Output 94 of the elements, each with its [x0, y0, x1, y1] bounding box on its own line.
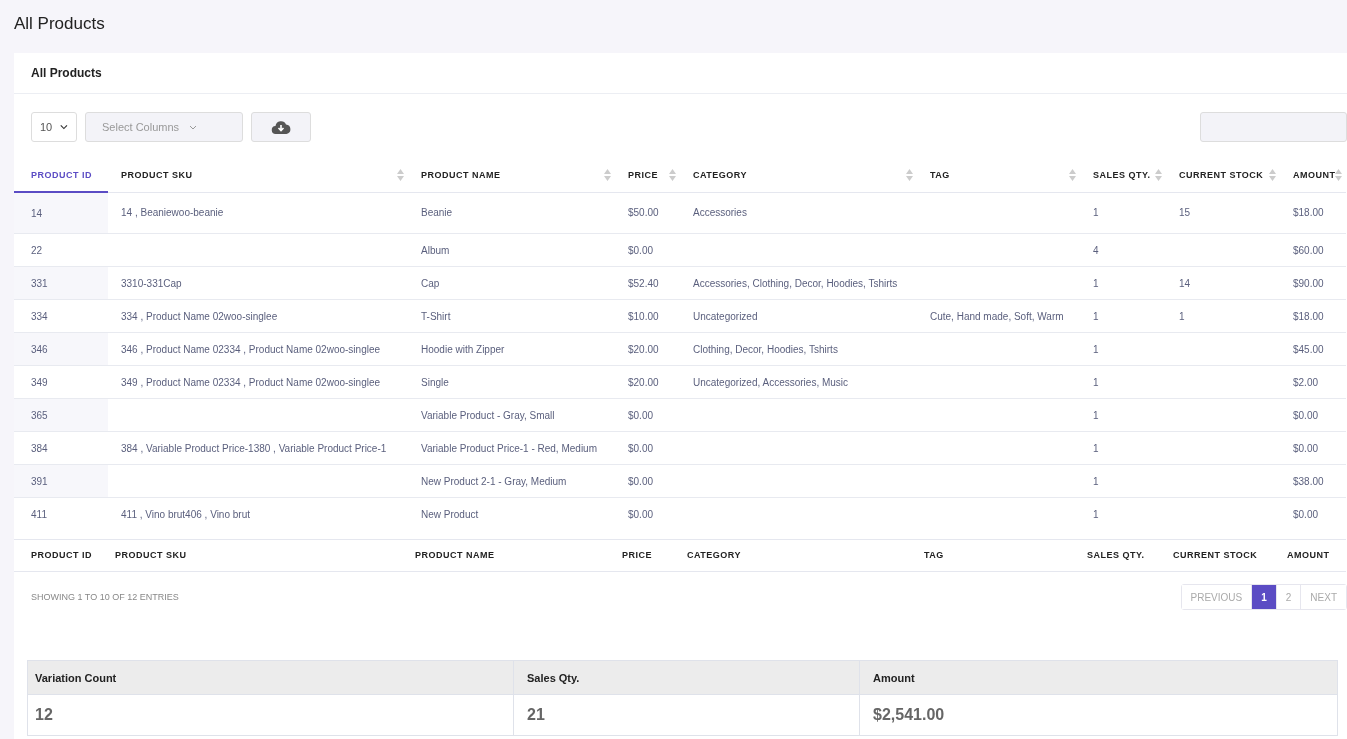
column-header[interactable]: SALES QTY. [1080, 158, 1166, 192]
table-cell: 384 [31, 442, 48, 454]
table-cell: $0.00 [628, 508, 654, 520]
table-cell: 1 [1093, 475, 1099, 487]
table-cell: 384 , Variable Product Price-1380 , Variable Product Price-1 [121, 442, 387, 454]
table-cell: 1 [1093, 207, 1099, 219]
table-cell: $0.00 [628, 244, 654, 256]
entries-info: SHOWING 1 TO 10 OF 12 ENTRIES [31, 592, 179, 602]
table-cell: 411 , Vino brut406 , Vino brut [121, 508, 250, 520]
table-cell: $20.00 [628, 376, 659, 388]
table-cell: 3310-331Cap [121, 277, 182, 289]
table-cell: $0.00 [628, 409, 654, 421]
column-header[interactable]: TAG [917, 158, 1080, 192]
table-cell: Variable Product - Gray, Small [421, 409, 555, 421]
table-cell: $52.40 [628, 277, 659, 289]
card-title: All Products [31, 66, 102, 80]
table-cell: 1 [1093, 376, 1099, 388]
table-cell: 1 [1093, 442, 1099, 454]
table-cell: 349 , Product Name 02334 , Product Name 02woo-singlee [121, 376, 381, 388]
table-cell: Accessories, Clothing, Decor, Hoodies, Tshirts [693, 277, 898, 289]
column-header[interactable]: PRODUCT SKU [108, 158, 408, 192]
table-cell: 1 [1093, 409, 1099, 421]
column-footer: CURRENT STOCK [1173, 550, 1258, 560]
table-cell: 1 [1093, 343, 1099, 355]
table-cell: $18.00 [1293, 207, 1324, 219]
table-cell: 391 [31, 475, 48, 487]
table-cell: 22 [31, 244, 43, 256]
summary-header: Sales Qty. [513, 660, 860, 695]
page-title: All Products [14, 13, 106, 35]
summary-value: $2,541.00 [859, 694, 1338, 736]
column-footer: PRODUCT SKU [115, 550, 187, 560]
table-cell: $20.00 [628, 343, 659, 355]
column-header[interactable]: AMOUNT [1280, 158, 1346, 192]
table-cell: T-Shirt [421, 310, 451, 322]
summary-header: Variation Count [27, 660, 514, 695]
table-cell: Single [421, 376, 449, 388]
table-cell: Variable Product Price-1 - Red, Medium [421, 442, 597, 454]
table-cell: 334 , Product Name 02woo-singlee [121, 310, 278, 322]
table-cell: New Product 2-1 - Gray, Medium [421, 475, 567, 487]
column-header[interactable]: CURRENT STOCK [1166, 158, 1280, 192]
table-cell: $0.00 [628, 475, 654, 487]
table-cell: $60.00 [1293, 244, 1324, 256]
column-header[interactable]: PRICE [615, 158, 680, 192]
table-cell: $2.00 [1293, 376, 1319, 388]
table-cell: 1 [1093, 277, 1099, 289]
summary-value: 12 [27, 694, 514, 736]
table-cell: 346 , Product Name 02334 , Product Name 02woo-singlee [121, 343, 381, 355]
table-cell: New Product [421, 508, 479, 520]
table-cell: Hoodie with Zipper [421, 343, 505, 355]
column-footer: TAG [924, 550, 944, 560]
column-footer: PRICE [622, 550, 652, 560]
column-footer: CATEGORY [687, 550, 741, 560]
table-cell: 346 [31, 343, 48, 355]
table-cell: 1 [1093, 508, 1099, 520]
summary-value: 21 [513, 694, 860, 736]
column-footer: PRODUCT NAME [415, 550, 495, 560]
table-cell: 411 [31, 508, 47, 520]
page-size-select[interactable]: 10 [31, 112, 77, 142]
table-cell: $0.00 [628, 442, 654, 454]
table-cell: Clothing, Decor, Hoodies, Tshirts [693, 343, 838, 355]
table-cell: 14 , Beaniewoo-beanie [121, 207, 224, 219]
table-cell: Album [421, 244, 450, 256]
table-cell: 15 [1179, 207, 1191, 219]
column-header[interactable]: CATEGORY [680, 158, 917, 192]
table-cell: 1 [1179, 310, 1185, 322]
table-cell: 14 [1179, 277, 1191, 289]
table-cell: Cap [421, 277, 440, 289]
table-cell: 365 [31, 409, 48, 421]
table-cell: 331 [31, 277, 48, 289]
table-cell: 1 [1093, 310, 1099, 322]
table-cell: Uncategorized, Accessories, Music [693, 376, 849, 388]
column-footer: PRODUCT ID [31, 550, 92, 560]
table-cell: 14 [31, 207, 43, 219]
column-footer: AMOUNT [1287, 550, 1330, 560]
table-cell: Accessories [693, 207, 747, 219]
table-cell: $0.00 [1293, 409, 1319, 421]
table-cell: 349 [31, 376, 48, 388]
table-cell: $50.00 [628, 207, 659, 219]
column-header[interactable]: PRODUCT NAME [408, 158, 615, 192]
table-cell: Cute, Hand made, Soft, Warm [930, 310, 1064, 322]
table-cell: $38.00 [1293, 475, 1324, 487]
table-cell: 334 [31, 310, 48, 322]
table-cell: $0.00 [1293, 442, 1319, 454]
table-cell: $10.00 [628, 310, 659, 322]
pagination-button[interactable]: 1 [1251, 585, 1276, 609]
table-cell: $45.00 [1293, 343, 1324, 355]
table-cell: $90.00 [1293, 277, 1324, 289]
table-cell: Beanie [421, 207, 453, 219]
table-cell: Uncategorized [693, 310, 758, 322]
table-cell: 4 [1093, 244, 1099, 256]
table-cell: $0.00 [1293, 508, 1319, 520]
summary-header: Amount [859, 660, 1338, 695]
column-footer: SALES QTY. [1087, 550, 1145, 560]
table-cell: $18.00 [1293, 310, 1324, 322]
